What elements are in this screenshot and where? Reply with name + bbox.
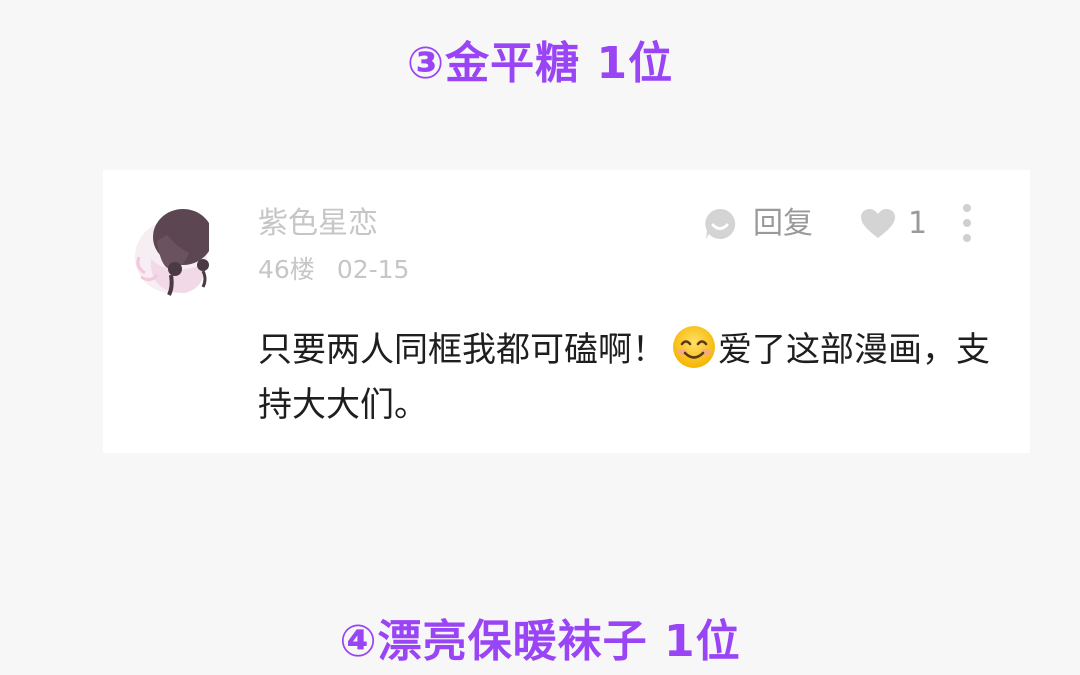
- comment-meta: 46楼 02-15: [258, 253, 409, 287]
- section-heading-top: ③金平糖 1位: [406, 38, 674, 89]
- reply-bubble-icon: [703, 207, 737, 241]
- section-heading-bottom: ④漂亮保暖袜子 1位: [339, 616, 741, 667]
- more-options-button[interactable]: [955, 202, 979, 246]
- reply-label: 回复: [753, 206, 813, 241]
- comment-card: 紫色星恋 46楼 02-15 回复 1 只要两人同框我都可磕啊！ 爱了这部漫画，…: [103, 170, 1030, 453]
- comment-text-part1: 只要两人同框我都可磕啊！: [258, 330, 666, 370]
- user-avatar[interactable]: [131, 207, 213, 297]
- heart-icon: [860, 208, 896, 240]
- reply-button[interactable]: 回复: [703, 202, 813, 246]
- like-count: 1: [908, 206, 928, 241]
- smiling-face-emoji-icon: [672, 325, 716, 369]
- like-button[interactable]: 1: [860, 202, 927, 246]
- comment-floor: 46楼: [258, 255, 315, 284]
- comment-date: 02-15: [336, 255, 410, 284]
- comment-text: 只要两人同框我都可磕啊！ 爱了这部漫画，支持大大们。: [258, 323, 998, 433]
- comment-username[interactable]: 紫色星恋: [258, 204, 378, 244]
- more-vertical-icon: [963, 204, 971, 242]
